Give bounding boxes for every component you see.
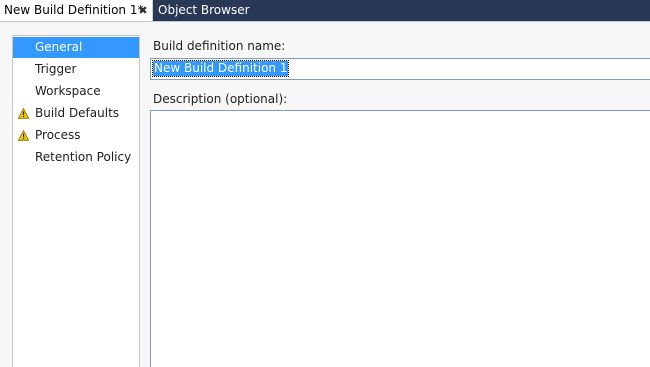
- build-definition-name-value[interactable]: New Build Definition 1: [151, 60, 290, 77]
- nav-item-label: Workspace: [35, 84, 101, 98]
- nav-item-process[interactable]: Process: [13, 125, 139, 146]
- general-settings-panel: Build definition name: New Build Definit…: [144, 22, 650, 367]
- nav-item-trigger[interactable]: Trigger: [13, 59, 139, 80]
- nav-item-build-defaults[interactable]: Build Defaults: [13, 103, 139, 124]
- tab-label: Object Browser: [158, 3, 250, 17]
- description-field[interactable]: [150, 110, 650, 367]
- nav-item-label: Process: [35, 128, 81, 142]
- build-definition-window: New Build Definition 1* ✖ Object Browser…: [0, 0, 650, 367]
- nav-item-label: Retention Policy: [35, 150, 132, 164]
- tab-object-browser[interactable]: Object Browser: [156, 0, 256, 21]
- warning-icon: [18, 130, 29, 141]
- nav-item-retention-policy[interactable]: Retention Policy: [13, 147, 139, 168]
- tab-new-build-definition[interactable]: New Build Definition 1* ✖: [0, 0, 153, 21]
- nav-item-label: General: [35, 40, 83, 54]
- nav-item-label: Build Defaults: [35, 106, 120, 120]
- warning-icon: [18, 108, 29, 119]
- close-icon[interactable]: ✖: [136, 0, 150, 21]
- document-tab-strip: New Build Definition 1* ✖ Object Browser: [0, 0, 650, 22]
- nav-item-workspace[interactable]: Workspace: [13, 81, 139, 102]
- settings-nav-list: General Trigger Workspace Build Defaults…: [12, 35, 140, 367]
- build-definition-name-field[interactable]: New Build Definition 1: [150, 58, 650, 80]
- description-label: Description (optional):: [153, 92, 288, 106]
- nav-item-label: Trigger: [35, 62, 77, 76]
- build-definition-name-label: Build definition name:: [153, 39, 286, 53]
- tab-label: New Build Definition 1*: [4, 3, 144, 17]
- nav-item-general[interactable]: General: [13, 37, 139, 58]
